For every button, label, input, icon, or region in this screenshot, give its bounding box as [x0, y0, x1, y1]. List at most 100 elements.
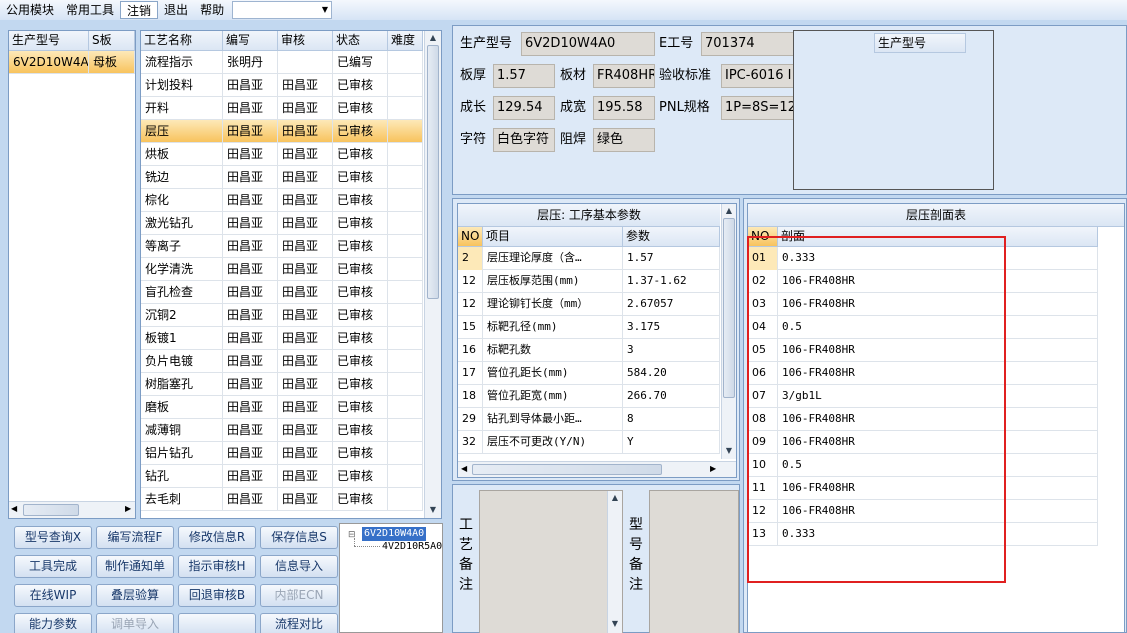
process-notes-field[interactable]: ▲ ▼ [479, 490, 623, 633]
model-tree: ⊟ 6V2D10W4A0 4V2D10R5A0 [339, 523, 443, 633]
horizontal-scrollbar[interactable]: ◀ ▶ [458, 461, 736, 477]
character-field[interactable]: 白色字符 [493, 128, 555, 152]
menu-item-1[interactable]: 常用工具 [60, 1, 120, 19]
scroll-down-icon[interactable]: ▼ [722, 446, 736, 455]
process-row[interactable]: 烘板 田昌亚 田昌亚 已审核 [141, 143, 423, 166]
scroll-thumb[interactable] [723, 218, 735, 398]
action-button-grid: 型号查询X 编写流程F 修改信息R 保存信息S 工具完成 制作通知单 指示审核H 信息导入在线… [8, 522, 338, 633]
model-field[interactable]: 6V2D10W4A0 [521, 32, 655, 56]
param-row[interactable]: 18 管位孔距宽(mm) 266.70 [458, 385, 720, 408]
pnl-field[interactable]: 1P=8S=12 [721, 96, 795, 120]
process-row[interactable]: 开料 田昌亚 田昌亚 已审核 [141, 97, 423, 120]
menu-item-0[interactable]: 公用模块 [0, 1, 60, 19]
action-button[interactable]: 叠层验算 [96, 584, 174, 607]
scroll-down-icon[interactable]: ▼ [425, 505, 441, 514]
table-cell: 田昌亚 [223, 396, 278, 419]
menu-item-2[interactable]: 注销 [120, 1, 159, 19]
scroll-right-icon[interactable]: ▶ [710, 464, 716, 473]
process-row[interactable]: 沉铜2 田昌亚 田昌亚 已审核 [141, 304, 423, 327]
param-row[interactable]: 12 理论铆钉长度（mm） 2.67057 [458, 293, 720, 316]
table-cell: 田昌亚 [278, 74, 333, 97]
table-cell: 2 [458, 247, 483, 270]
scroll-down-icon[interactable]: ▼ [608, 619, 622, 628]
solder-mask-field[interactable]: 绿色 [593, 128, 655, 152]
action-button[interactable]: 制作通知单 [96, 555, 174, 578]
param-row[interactable]: 2 层压理论厚度（含… 1.57 [458, 247, 720, 270]
scroll-thumb[interactable] [427, 45, 439, 299]
param-row[interactable]: 29 钻孔到导体最小距… 8 [458, 408, 720, 431]
process-row[interactable]: 磨板 田昌亚 田昌亚 已审核 [141, 396, 423, 419]
width-field[interactable]: 195.58 [593, 96, 655, 120]
length-field[interactable]: 129.54 [493, 96, 555, 120]
process-row[interactable]: 去毛刺 田昌亚 田昌亚 已审核 [141, 488, 423, 511]
table-cell: 等离子 [141, 235, 223, 258]
table-cell: 田昌亚 [223, 143, 278, 166]
action-button[interactable]: 回退审核B [178, 584, 256, 607]
process-row[interactable]: 钻孔 田昌亚 田昌亚 已审核 [141, 465, 423, 488]
thickness-field[interactable]: 1.57 [493, 64, 555, 88]
scroll-right-icon[interactable]: ▶ [125, 504, 131, 513]
menu-item-4[interactable]: 帮助 [194, 1, 230, 19]
scroll-left-icon[interactable]: ◀ [11, 504, 17, 513]
action-button[interactable] [178, 613, 256, 633]
param-row[interactable]: 17 管位孔距长(mm) 584.20 [458, 362, 720, 385]
table-cell: 田昌亚 [223, 74, 278, 97]
standard-field[interactable]: IPC-6016 I [721, 64, 795, 88]
action-button[interactable]: 保存信息S [260, 526, 338, 549]
scroll-thumb[interactable] [472, 464, 662, 475]
action-button[interactable]: 指示审核H [178, 555, 256, 578]
action-button[interactable]: 信息导入 [260, 555, 338, 578]
process-row[interactable]: 计划投料 田昌亚 田昌亚 已审核 [141, 74, 423, 97]
process-row[interactable]: 板镀1 田昌亚 田昌亚 已审核 [141, 327, 423, 350]
process-row[interactable]: 盲孔检查 田昌亚 田昌亚 已审核 [141, 281, 423, 304]
action-button[interactable]: 型号查询X [14, 526, 92, 549]
process-row[interactable]: 流程指示 张明丹 已编写 [141, 51, 423, 74]
model-row[interactable]: 6V2D10W4A0 母板 [9, 51, 135, 74]
model-notes-field[interactable] [649, 490, 739, 633]
action-button[interactable]: 调单导入 [96, 613, 174, 633]
action-button[interactable]: 内部ECN [260, 584, 338, 607]
scroll-up-icon[interactable]: ▲ [425, 33, 441, 42]
action-button[interactable]: 工具完成 [14, 555, 92, 578]
table-cell: 田昌亚 [278, 120, 333, 143]
column-header: 项目 [483, 227, 623, 247]
material-field[interactable]: FR408HR [593, 64, 655, 88]
param-row[interactable]: 16 标靶孔数 3 [458, 339, 720, 362]
process-row[interactable]: 负片电镀 田昌亚 田昌亚 已审核 [141, 350, 423, 373]
scroll-up-icon[interactable]: ▲ [608, 493, 622, 502]
action-button[interactable]: 流程对比 [260, 613, 338, 633]
process-row[interactable]: 树脂塞孔 田昌亚 田昌亚 已审核 [141, 373, 423, 396]
table-cell [388, 350, 423, 373]
process-row[interactable]: 层压 田昌亚 田昌亚 已审核 [141, 120, 423, 143]
table-cell: 已审核 [333, 143, 388, 166]
action-button[interactable]: 能力参数 [14, 613, 92, 633]
process-row[interactable]: 激光钻孔 田昌亚 田昌亚 已审核 [141, 212, 423, 235]
table-cell: 层压板厚范围(mm) [483, 270, 623, 293]
process-row[interactable]: 铝片钻孔 田昌亚 田昌亚 已审核 [141, 442, 423, 465]
action-button[interactable]: 修改信息R [178, 526, 256, 549]
process-row[interactable]: 减薄铜 田昌亚 田昌亚 已审核 [141, 419, 423, 442]
process-row[interactable]: 棕化 田昌亚 田昌亚 已审核 [141, 189, 423, 212]
param-row[interactable]: 12 层压板厚范围(mm) 1.37-1.62 [458, 270, 720, 293]
param-row[interactable]: 32 层压不可更改(Y/N) Y [458, 431, 720, 454]
scroll-thumb[interactable] [23, 504, 79, 516]
tree-root-node[interactable]: 6V2D10W4A0 [362, 527, 427, 541]
scroll-up-icon[interactable]: ▲ [722, 206, 736, 215]
process-row[interactable]: 化学清洗 田昌亚 田昌亚 已审核 [141, 258, 423, 281]
action-button[interactable]: 在线WIP [14, 584, 92, 607]
horizontal-scrollbar[interactable]: ◀ ▶ [9, 501, 135, 518]
table-cell: 铝片钻孔 [141, 442, 223, 465]
process-row[interactable]: 铣边 田昌亚 田昌亚 已审核 [141, 166, 423, 189]
action-button[interactable]: 编写流程F [96, 526, 174, 549]
vertical-scrollbar[interactable]: ▲ ▼ [424, 31, 441, 518]
material-label: 板材 [560, 68, 587, 83]
menu-item-3[interactable]: 退出 [158, 1, 194, 19]
param-row[interactable]: 15 标靶孔径(mm) 3.175 [458, 316, 720, 339]
process-row[interactable]: 等离子 田昌亚 田昌亚 已审核 [141, 235, 423, 258]
scroll-left-icon[interactable]: ◀ [461, 464, 467, 473]
tree-child-node[interactable]: 4V2D10R5A0 [382, 540, 442, 554]
menu-combo[interactable]: ▼ [232, 1, 332, 19]
table-cell: 29 [458, 408, 483, 431]
vertical-scrollbar[interactable]: ▲ ▼ [607, 491, 622, 633]
vertical-scrollbar[interactable]: ▲ ▼ [721, 204, 736, 459]
